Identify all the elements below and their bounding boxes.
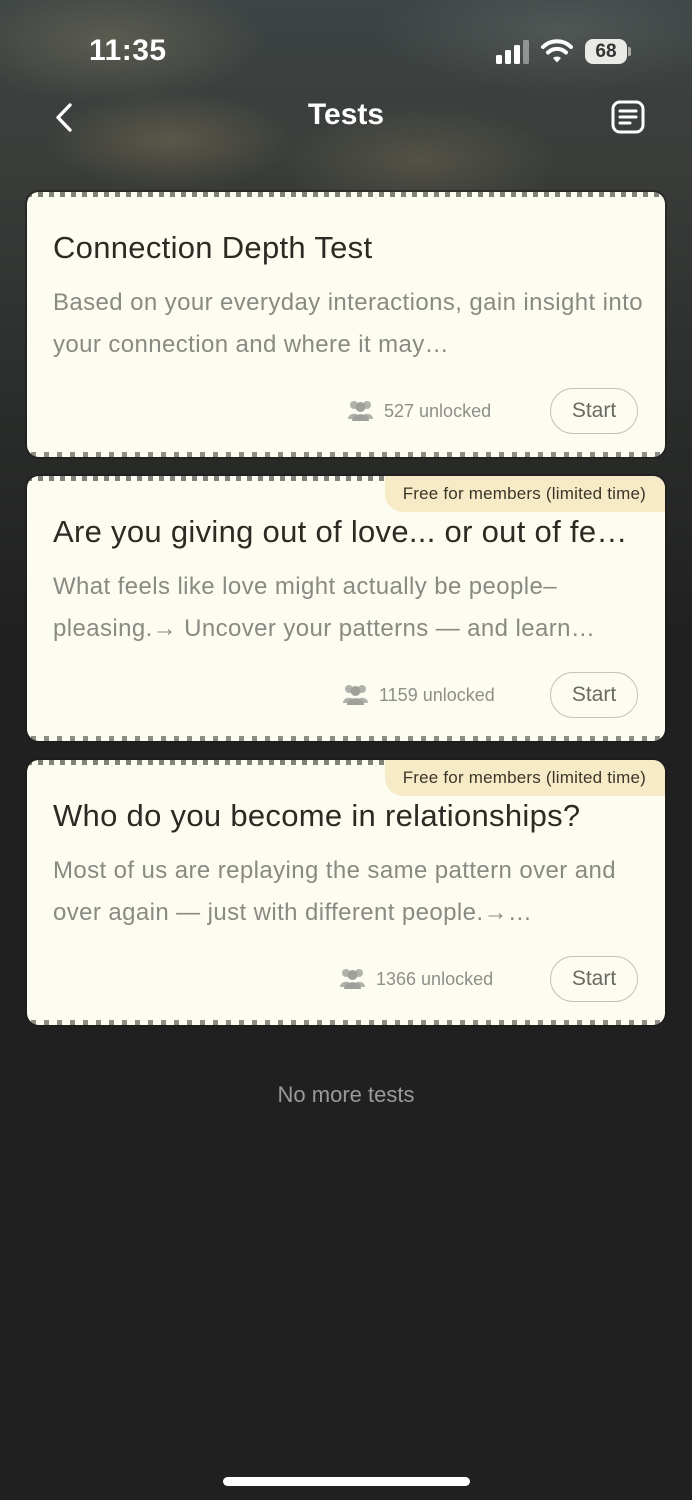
test-description: Most of us are replaying the same patter… bbox=[53, 857, 616, 926]
test-card[interactable]: Free for members (limited time) Who do y… bbox=[27, 760, 665, 1025]
battery-icon: 68 bbox=[585, 39, 631, 64]
status-time: 11:35 bbox=[89, 34, 167, 67]
people-icon bbox=[338, 967, 367, 989]
member-free-badge: Free for members (limited time) bbox=[384, 760, 665, 796]
test-description: Based on your everyday interactions, gai… bbox=[53, 289, 643, 358]
home-indicator[interactable] bbox=[223, 1477, 470, 1486]
end-of-list-label: No more tests bbox=[277, 1082, 415, 1107]
test-title: Connection Depth Test bbox=[53, 230, 373, 265]
start-button[interactable]: Start bbox=[550, 388, 638, 434]
test-title: Are you giving out of love... or out of … bbox=[53, 514, 638, 549]
test-title: Who do you become in relationships? bbox=[53, 798, 581, 833]
chevron-left-icon bbox=[44, 103, 84, 143]
records-button[interactable] bbox=[608, 98, 648, 138]
wifi-icon bbox=[541, 38, 573, 64]
test-description: What feels like love might actually be p… bbox=[53, 573, 596, 642]
start-button[interactable]: Start bbox=[550, 956, 638, 1002]
test-card[interactable]: Free for members (limited time) Are you … bbox=[27, 476, 665, 741]
cellular-signal-icon bbox=[496, 40, 532, 64]
list-document-icon bbox=[608, 100, 648, 142]
test-card[interactable]: Connection Depth Test Based on your ever… bbox=[27, 192, 665, 457]
start-button[interactable]: Start bbox=[550, 672, 638, 718]
people-icon bbox=[346, 399, 375, 421]
people-icon bbox=[341, 683, 370, 705]
status-bar: 11:35 68 bbox=[0, 0, 692, 100]
back-button[interactable] bbox=[44, 97, 84, 139]
battery-level: 68 bbox=[595, 41, 617, 62]
member-free-badge: Free for members (limited time) bbox=[384, 476, 665, 512]
